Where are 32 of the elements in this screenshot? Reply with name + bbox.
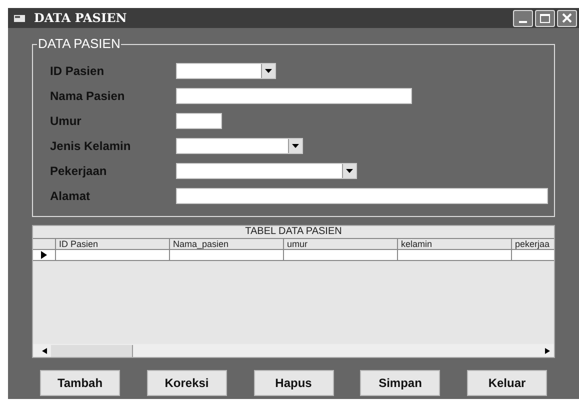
field-label: Pekerjaan xyxy=(50,162,108,180)
dropdown-arrow-icon xyxy=(265,68,272,72)
field-label: Jenis Kelamin xyxy=(50,138,132,154)
field-label: ID Pasien xyxy=(50,62,106,80)
input-field[interactable] xyxy=(176,112,222,128)
field-label: Umur xyxy=(50,112,82,130)
window-title: DATA PASIEN xyxy=(34,10,127,27)
scroll-left-icon[interactable] xyxy=(42,348,47,354)
action-button[interactable]: Hapus xyxy=(254,370,334,396)
minimize-button[interactable] xyxy=(513,10,533,26)
horizontal-scrollbar[interactable] xyxy=(33,344,554,357)
field-label: Nama Pasien xyxy=(50,88,126,104)
action-button[interactable]: Keluar xyxy=(467,370,547,396)
input-field[interactable] xyxy=(176,188,548,204)
close-icon xyxy=(562,13,572,23)
dropdown-field[interactable] xyxy=(176,138,303,154)
action-button[interactable]: Tambah xyxy=(40,370,120,396)
scroll-thumb[interactable] xyxy=(51,344,133,356)
grid-caption: TABEL DATA PASIEN xyxy=(244,226,343,238)
app-icon xyxy=(14,14,26,22)
field-label: Alamat xyxy=(50,188,92,204)
column-header[interactable]: pekerjaa xyxy=(512,239,554,249)
action-button[interactable]: Koreksi xyxy=(146,370,227,396)
close-button[interactable] xyxy=(557,10,577,26)
dropdown-field[interactable] xyxy=(176,62,276,78)
dropdown-arrow-icon xyxy=(292,144,299,148)
scroll-right-icon[interactable] xyxy=(545,348,550,354)
maximize-button[interactable] xyxy=(535,10,555,26)
action-button[interactable]: Simpan xyxy=(360,370,440,396)
input-field[interactable] xyxy=(176,88,412,104)
dropdown-arrow-icon xyxy=(346,168,353,172)
dropdown-field[interactable] xyxy=(176,162,357,178)
